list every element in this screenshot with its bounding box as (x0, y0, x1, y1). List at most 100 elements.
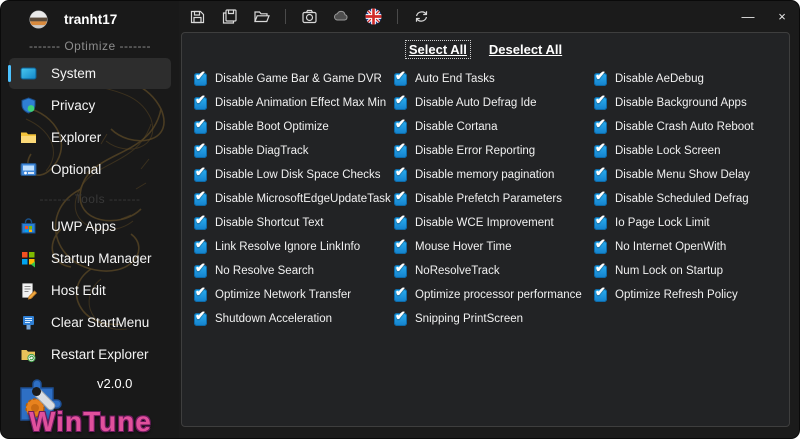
tweak-checkbox-no-internet-openwith[interactable]: No Internet OpenWith (594, 236, 782, 254)
tweak-label: Io Page Lock Limit (615, 217, 710, 229)
tweak-checkbox-io-page-lock-limit[interactable]: Io Page Lock Limit (594, 212, 782, 230)
checkbox-checked-icon[interactable] (194, 68, 207, 86)
checkbox-checked-icon[interactable] (194, 140, 207, 158)
checkbox-checked-icon[interactable] (194, 92, 207, 110)
tweak-checkbox-disable-shortcut-text[interactable]: Disable Shortcut Text (194, 212, 394, 230)
checkbox-checked-icon[interactable] (194, 212, 207, 230)
checkbox-checked-icon[interactable] (594, 188, 607, 206)
checkbox-checked-icon[interactable] (394, 164, 407, 182)
tweak-checkbox-disable-prefetch-parameters[interactable]: Disable Prefetch Parameters (394, 188, 594, 206)
tweak-checkbox-no-resolve-search[interactable]: No Resolve Search (194, 260, 394, 278)
tweak-checkbox-disable-auto-defrag-ide[interactable]: Disable Auto Defrag Ide (394, 92, 594, 110)
checkbox-checked-icon[interactable] (194, 308, 207, 326)
sidebar-item-restart-explorer[interactable]: Restart Explorer (9, 339, 171, 370)
refresh-icon[interactable] (413, 8, 430, 25)
tweak-label: Link Resolve Ignore LinkInfo (215, 241, 361, 253)
checkbox-checked-icon[interactable] (394, 260, 407, 278)
tweak-checkbox-disable-wce-improvement[interactable]: Disable WCE Improvement (394, 212, 594, 230)
checkbox-checked-icon[interactable] (594, 140, 607, 158)
checkbox-checked-icon[interactable] (394, 212, 407, 230)
tweak-label: Disable Auto Defrag Ide (415, 97, 537, 109)
tweak-label: Disable Low Disk Space Checks (215, 169, 381, 181)
sidebar-item-startup-manager[interactable]: Startup Manager (9, 243, 171, 274)
tweak-checkbox-disable-diagtrack[interactable]: Disable DiagTrack (194, 140, 394, 158)
save-copy-icon[interactable] (221, 8, 238, 25)
deselect-all-link[interactable]: Deselect All (486, 41, 565, 58)
checkbox-checked-icon[interactable] (194, 236, 207, 254)
theme-icon[interactable] (333, 8, 350, 25)
tweak-checkbox-disable-error-reporting[interactable]: Disable Error Reporting (394, 140, 594, 158)
checkbox-checked-icon[interactable] (394, 188, 407, 206)
optional-icon (19, 160, 38, 179)
sidebar-section-label: ------- Optimize ------- (29, 39, 151, 53)
checkbox-checked-icon[interactable] (594, 116, 607, 134)
checkbox-checked-icon[interactable] (594, 164, 607, 182)
tweak-checkbox-optimize-refresh-policy[interactable]: Optimize Refresh Policy (594, 284, 782, 302)
minimize-button[interactable]: — (731, 1, 765, 31)
tweak-checkbox-noresolvetrack[interactable]: NoResolveTrack (394, 260, 594, 278)
checkbox-checked-icon[interactable] (394, 308, 407, 326)
checkbox-checked-icon[interactable] (194, 188, 207, 206)
camera-icon[interactable] (301, 8, 318, 25)
checkbox-checked-icon[interactable] (394, 236, 407, 254)
tweak-checkbox-disable-memory-pagination[interactable]: Disable memory pagination (394, 164, 594, 182)
checkbox-checked-icon[interactable] (194, 164, 207, 182)
sidebar-item-explorer[interactable]: Explorer (9, 122, 171, 153)
app-window: tranht17 ------- Optimize ------- System P… (0, 0, 800, 439)
checkbox-checked-icon[interactable] (394, 116, 407, 134)
checkbox-checked-icon[interactable] (594, 284, 607, 302)
tweak-label: Disable Game Bar & Game DVR (215, 73, 382, 85)
checkbox-checked-icon[interactable] (594, 68, 607, 86)
tweak-checkbox-shutdown-acceleration[interactable]: Shutdown Acceleration (194, 308, 394, 326)
tweak-checkbox-disable-animation-effect-max-min[interactable]: Disable Animation Effect Max Min (194, 92, 394, 110)
save-icon[interactable] (189, 8, 206, 25)
tweak-label: Disable Prefetch Parameters (415, 193, 563, 205)
checkbox-checked-icon[interactable] (394, 140, 407, 158)
checkbox-checked-icon[interactable] (394, 92, 407, 110)
checkbox-checked-icon[interactable] (194, 284, 207, 302)
sidebar-section-label: ------- Tools ------- (39, 192, 141, 206)
checkbox-checked-icon[interactable] (194, 116, 207, 134)
tweak-checkbox-disable-microsoftedgeupdatetask[interactable]: Disable MicrosoftEdgeUpdateTask (194, 188, 394, 206)
close-button[interactable]: × (765, 1, 799, 31)
tweak-checkbox-link-resolve-ignore-linkinfo[interactable]: Link Resolve Ignore LinkInfo (194, 236, 394, 254)
tweak-checkbox-disable-cortana[interactable]: Disable Cortana (394, 116, 594, 134)
tweak-label: Mouse Hover Time (415, 241, 512, 253)
checkbox-checked-icon[interactable] (394, 284, 407, 302)
tweak-checkbox-disable-aedebug[interactable]: Disable AeDebug (594, 68, 782, 86)
sidebar-item-uwp-apps[interactable]: UWP Apps (9, 211, 171, 242)
checkbox-checked-icon[interactable] (594, 236, 607, 254)
select-all-link[interactable]: Select All (404, 40, 471, 59)
sidebar-item-clear-startmenu[interactable]: Clear StartMenu (9, 307, 171, 338)
sidebar-item-privacy[interactable]: Privacy (9, 90, 171, 121)
tweak-checkbox-auto-end-tasks[interactable]: Auto End Tasks (394, 68, 594, 86)
tweak-checkbox-optimize-processor-performance[interactable]: Optimize processor performance (394, 284, 594, 302)
tweak-checkbox-mouse-hover-time[interactable]: Mouse Hover Time (394, 236, 594, 254)
tweak-checkbox-disable-game-bar-game-dvr[interactable]: Disable Game Bar & Game DVR (194, 68, 394, 86)
language-flag-icon[interactable] (365, 7, 382, 25)
tweak-checkbox-disable-crash-auto-reboot[interactable]: Disable Crash Auto Reboot (594, 116, 782, 134)
open-folder-icon[interactable] (253, 8, 270, 25)
sidebar-item-system[interactable]: System (8, 58, 171, 89)
sidebar-item-optional[interactable]: Optional (9, 154, 171, 185)
tweak-label: Disable Animation Effect Max Min (215, 97, 387, 109)
sidebar-item-label: Host Edit (51, 283, 106, 298)
tweak-checkbox-num-lock-on-startup[interactable]: Num Lock on Startup (594, 260, 782, 278)
tweak-label: Auto End Tasks (415, 73, 495, 85)
checkbox-checked-icon[interactable] (594, 212, 607, 230)
checkbox-checked-icon[interactable] (394, 68, 407, 86)
checkbox-checked-icon[interactable] (594, 260, 607, 278)
tweak-checkbox-disable-lock-screen[interactable]: Disable Lock Screen (594, 140, 782, 158)
tweak-checkbox-disable-boot-optimize[interactable]: Disable Boot Optimize (194, 116, 394, 134)
checkbox-checked-icon[interactable] (194, 260, 207, 278)
user-profile[interactable]: tranht17 (1, 1, 179, 33)
tweak-checkbox-disable-background-apps[interactable]: Disable Background Apps (594, 92, 782, 110)
tweak-checkbox-disable-menu-show-delay[interactable]: Disable Menu Show Delay (594, 164, 782, 182)
tweak-checkbox-disable-low-disk-space-checks[interactable]: Disable Low Disk Space Checks (194, 164, 394, 182)
sidebar-item-host-edit[interactable]: Host Edit (9, 275, 171, 306)
tweak-checkbox-disable-scheduled-defrag[interactable]: Disable Scheduled Defrag (594, 188, 782, 206)
tweak-checkbox-optimize-network-transfer[interactable]: Optimize Network Transfer (194, 284, 394, 302)
tweak-checkbox-snipping-printscreen[interactable]: Snipping PrintScreen (394, 308, 594, 326)
tweak-label: No Resolve Search (215, 265, 315, 277)
checkbox-checked-icon[interactable] (594, 92, 607, 110)
